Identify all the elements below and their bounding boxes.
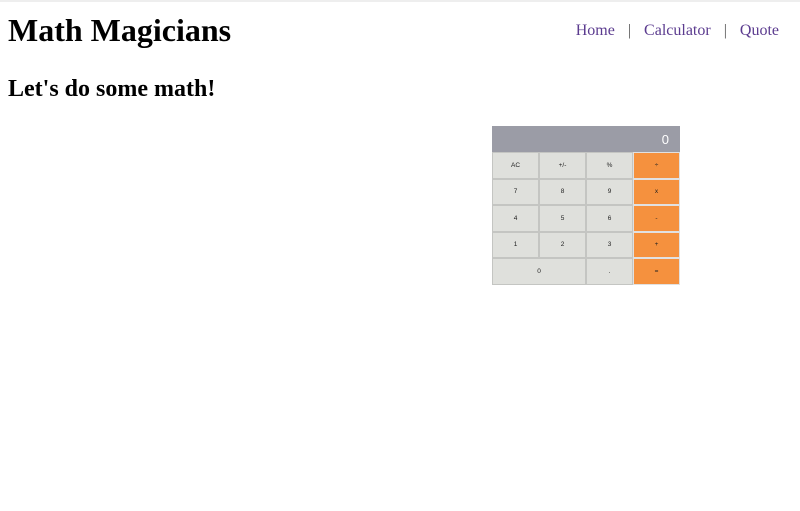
nav-link-home[interactable]: Home xyxy=(576,22,615,40)
key-6[interactable]: 6 xyxy=(586,205,633,232)
app-title: Math Magicians xyxy=(8,12,232,48)
key-3[interactable]: 3 xyxy=(586,231,633,258)
nav-separator: | xyxy=(723,22,727,39)
main-nav: Home | Calculator | Quote xyxy=(576,22,779,40)
nav-link-calculator[interactable]: Calculator xyxy=(644,22,711,40)
calculator-display: 0 xyxy=(492,126,680,152)
calculator: 0 AC +/- % ÷ 7 8 9 x 4 5 6 - 1 2 3 + 0 .… xyxy=(492,126,680,285)
key-plus-minus[interactable]: +/- xyxy=(539,152,586,179)
page-heading: Let's do some math! xyxy=(8,76,216,102)
key-ac[interactable]: AC xyxy=(492,152,539,179)
calculator-keypad: AC +/- % ÷ 7 8 9 x 4 5 6 - 1 2 3 + 0 . = xyxy=(492,152,680,285)
key-plus[interactable]: + xyxy=(633,231,680,258)
key-7[interactable]: 7 xyxy=(492,178,539,205)
top-border xyxy=(0,0,800,2)
site-header: Math Magicians Home | Calculator | Quote xyxy=(8,8,792,58)
key-divide[interactable]: ÷ xyxy=(633,152,680,179)
key-4[interactable]: 4 xyxy=(492,205,539,232)
key-8[interactable]: 8 xyxy=(539,178,586,205)
key-1[interactable]: 1 xyxy=(492,231,539,258)
nav-separator: | xyxy=(627,22,632,39)
key-5[interactable]: 5 xyxy=(539,205,586,232)
nav-link-quote[interactable]: Quote xyxy=(740,22,779,40)
key-equals[interactable]: = xyxy=(633,258,680,285)
key-minus[interactable]: - xyxy=(633,205,680,232)
key-2[interactable]: 2 xyxy=(539,231,586,258)
key-multiply[interactable]: x xyxy=(633,178,680,205)
key-percent[interactable]: % xyxy=(586,152,633,179)
key-9[interactable]: 9 xyxy=(586,178,633,205)
key-dot[interactable]: . xyxy=(586,258,633,285)
key-0[interactable]: 0 xyxy=(492,258,586,285)
